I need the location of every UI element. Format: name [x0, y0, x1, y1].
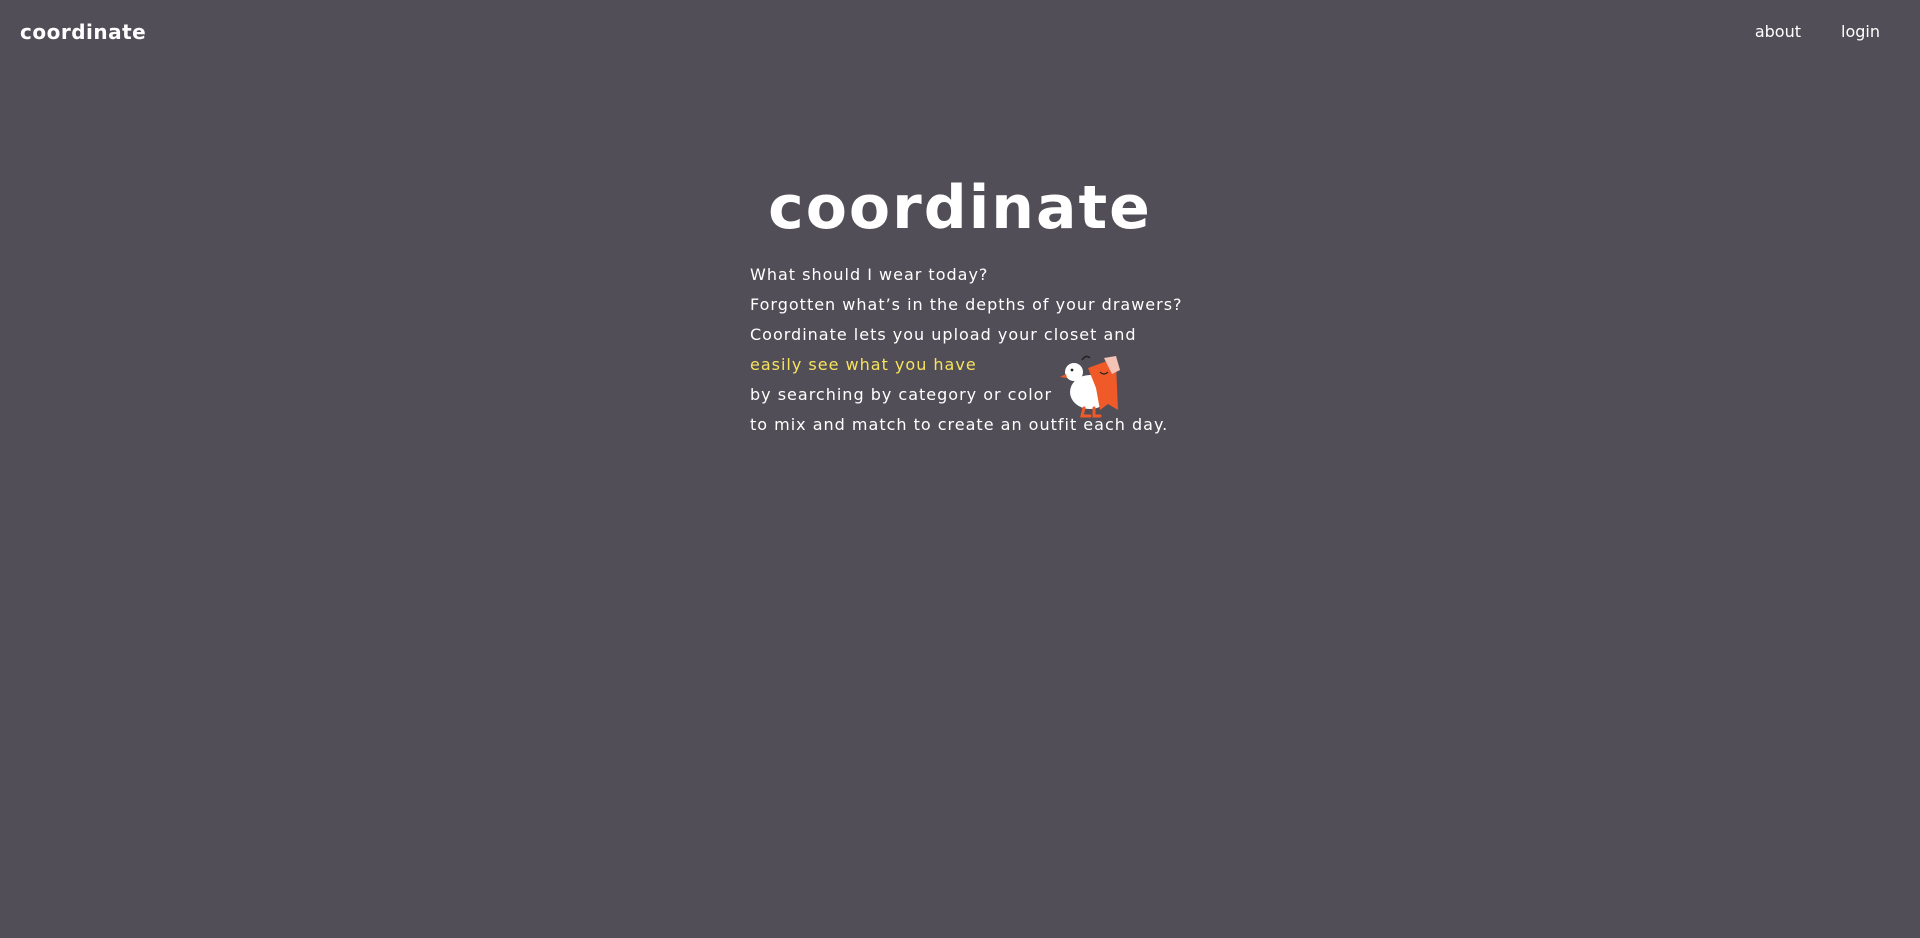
hero-line-question: What should I wear today?: [750, 265, 989, 284]
main-nav: about login: [1755, 22, 1880, 41]
nav-link-about[interactable]: about: [1755, 22, 1801, 41]
brand-logo-link[interactable]: coordinate: [20, 20, 146, 44]
hero-line-forgotten: Forgotten what’s in the depths of your d…: [750, 295, 1183, 314]
hero-line-upload: Coordinate lets you upload your closet a…: [750, 325, 1137, 344]
top-navigation-bar: coordinate about login: [0, 0, 1920, 68]
duck-mascot-icon: [1060, 355, 1120, 418]
nav-link-login[interactable]: login: [1841, 22, 1880, 41]
hero-title: coordinate: [768, 173, 1152, 243]
